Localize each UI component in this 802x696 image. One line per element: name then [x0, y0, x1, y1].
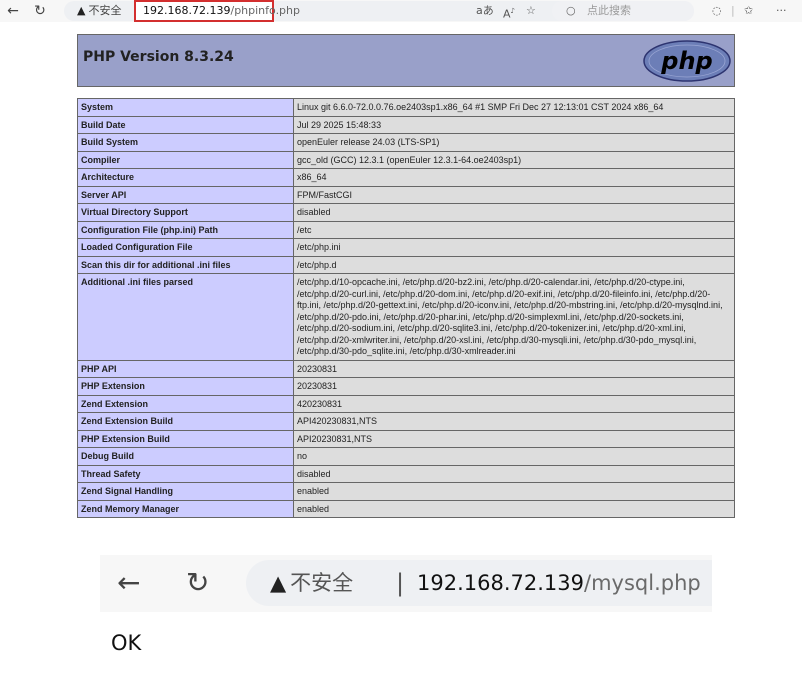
- reload-icon: ↻: [186, 566, 210, 599]
- row-key: Thread Safety: [77, 464, 294, 483]
- table-row: Build Date Jul 29 2025 15:48:33: [77, 115, 735, 134]
- row-key: Zend Extension Build: [77, 412, 294, 431]
- row-key: PHP API: [77, 359, 294, 378]
- table-row: Zend Memory Manager enabled: [77, 499, 735, 518]
- row-value: API20230831,NTS: [293, 429, 735, 448]
- row-value: 420230831: [293, 394, 735, 413]
- table-row: Build System openEuler release 24.03 (LTS…: [77, 133, 735, 152]
- row-value: Jul 29 2025 15:48:33: [293, 115, 735, 134]
- table-row: Zend Extension 420230831: [77, 394, 735, 413]
- phpinfo-header: PHP Version 8.3.24 php: [77, 34, 735, 87]
- search-icon: ○: [566, 4, 576, 17]
- table-row: Debug Build no: [77, 447, 735, 466]
- row-key: Architecture: [77, 168, 294, 187]
- table-row: Zend Signal Handling enabled: [77, 482, 735, 501]
- back-arrow-icon: ←: [117, 566, 141, 599]
- url-separator: |: [396, 569, 405, 597]
- row-key: Additional .ini files parsed: [77, 273, 294, 361]
- phpinfo-page: PHP Version 8.3.24 php System Linux git 6…: [77, 34, 735, 536]
- row-key: Zend Extension: [77, 394, 294, 413]
- row-value: FPM/FastCGI: [293, 185, 735, 204]
- row-key: System: [77, 98, 294, 117]
- row-value: enabled: [293, 482, 735, 501]
- row-value: gcc_old (GCC) 12.3.1 (openEuler 12.3.1-6…: [293, 150, 735, 169]
- page-output-text: OK: [111, 631, 142, 655]
- more-options-icon[interactable]: ···: [776, 2, 787, 20]
- row-key: Scan this dir for additional .ini files: [77, 255, 294, 274]
- row-key: Server API: [77, 185, 294, 204]
- row-value: Linux git 6.6.0-72.0.0.76.oe2403sp1.x86_…: [293, 98, 735, 117]
- table-row: Scan this dir for additional .ini files /…: [77, 255, 735, 274]
- row-key: Build Date: [77, 115, 294, 134]
- row-key: PHP Extension Build: [77, 429, 294, 448]
- back-button[interactable]: ←: [3, 1, 23, 21]
- table-row: System Linux git 6.6.0-72.0.0.76.oe2403sp…: [77, 98, 735, 117]
- copilot-icon[interactable]: ◌: [712, 2, 722, 20]
- row-key: Debug Build: [77, 447, 294, 466]
- page-title: PHP Version 8.3.24: [83, 49, 234, 65]
- phpinfo-table: System Linux git 6.6.0-72.0.0.76.oe2403sp…: [77, 98, 735, 518]
- table-row: Compiler gcc_old (GCC) 12.3.1 (openEuler …: [77, 150, 735, 169]
- security-indicator-zoomed[interactable]: ▲ 不安全: [270, 566, 353, 600]
- favorites-list-icon[interactable]: ✩: [744, 2, 753, 20]
- favorite-star-icon[interactable]: ☆: [526, 2, 536, 20]
- reload-button-zoomed[interactable]: ↻: [186, 563, 209, 603]
- read-aloud-icon[interactable]: aあ: [476, 2, 494, 20]
- row-value: 20230831: [293, 359, 735, 378]
- row-value: enabled: [293, 499, 735, 518]
- url-text-zoomed[interactable]: 192.168.72.139/mysql.php: [417, 566, 701, 600]
- table-row: Additional .ini files parsed/etc/php.d/1…: [77, 273, 735, 361]
- table-row: PHP API 20230831: [77, 359, 735, 378]
- row-key: Configuration File (php.ini) Path: [77, 220, 294, 239]
- reload-icon: ↻: [34, 3, 46, 19]
- row-value: disabled: [293, 203, 735, 222]
- reload-button[interactable]: ↻: [30, 1, 50, 21]
- table-row: PHP Extension Build API20230831,NTS: [77, 429, 735, 448]
- row-value: 20230831: [293, 377, 735, 396]
- row-value: no: [293, 447, 735, 466]
- row-key: Loaded Configuration File: [77, 238, 294, 257]
- table-row: Thread Safety disabled: [77, 464, 735, 483]
- row-key: Compiler: [77, 150, 294, 169]
- toolbar-divider: |: [731, 4, 735, 17]
- search-placeholder: 点此搜索: [587, 4, 631, 17]
- table-row: PHP Extension 20230831: [77, 377, 735, 396]
- row-value: /etc: [293, 220, 735, 239]
- row-key: Virtual Directory Support: [77, 203, 294, 222]
- back-arrow-icon: ←: [7, 3, 19, 19]
- table-row: Architecture x86_64: [77, 168, 735, 187]
- table-row: Zend Extension Build API420230831,NTS: [77, 412, 735, 431]
- warning-icon: ▲: [77, 4, 86, 17]
- row-key: PHP Extension: [77, 377, 294, 396]
- back-button-zoomed[interactable]: ←: [117, 563, 140, 603]
- row-value: /etc/php.d: [293, 255, 735, 274]
- immersive-reader-icon[interactable]: A♪: [503, 2, 515, 24]
- svg-text:php: php: [660, 47, 712, 75]
- row-key: Zend Signal Handling: [77, 482, 294, 501]
- row-key: Zend Memory Manager: [77, 499, 294, 518]
- warning-icon: ▲: [270, 571, 287, 595]
- row-value: /etc/php.ini: [293, 238, 735, 257]
- row-value: API420230831,NTS: [293, 412, 735, 431]
- table-row: Server API FPM/FastCGI: [77, 185, 735, 204]
- url-text[interactable]: 192.168.72.139/phpinfo.php: [143, 3, 300, 19]
- security-indicator[interactable]: ▲ 不安全: [77, 2, 121, 20]
- table-row: Virtual Directory Support disabled: [77, 203, 735, 222]
- row-value: openEuler release 24.03 (LTS-SP1): [293, 133, 735, 152]
- table-row: Configuration File (php.ini) Path/etc: [77, 220, 735, 239]
- row-value: /etc/php.d/10-opcache.ini, /etc/php.d/20…: [293, 273, 735, 361]
- row-value: disabled: [293, 464, 735, 483]
- table-row: Loaded Configuration File/etc/php.ini: [77, 238, 735, 257]
- row-key: Build System: [77, 133, 294, 152]
- row-value: x86_64: [293, 168, 735, 187]
- php-logo-icon[interactable]: php: [643, 40, 731, 82]
